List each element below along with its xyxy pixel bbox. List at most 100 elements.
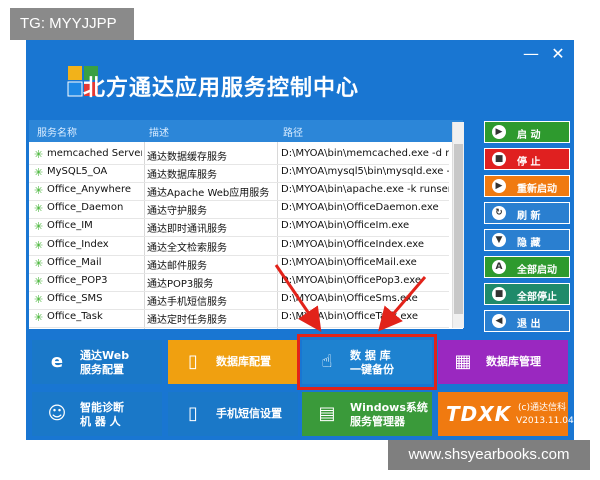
service-name: Office_Task: [47, 310, 103, 322]
side-button-label: 隐 藏: [517, 238, 541, 249]
tile-label: Windows系统 服务管理器: [350, 401, 428, 429]
side-button-label: 全部停止: [517, 292, 557, 303]
windows-service-icon: ▤: [318, 403, 336, 424]
service-status-icon: ✳: [34, 148, 44, 161]
tile-label-line2: 机 器 人: [80, 415, 121, 428]
service-status-icon: ✳: [34, 274, 44, 288]
side-button-label: 退 出: [517, 319, 541, 330]
tile-label-line1: 手机短信设置: [216, 407, 282, 420]
service-name: MySQL5_OA: [47, 166, 108, 178]
service-description: 通达邮件服务: [147, 260, 207, 272]
table-row[interactable]: ✳ memcached Server 通达数据缓存服务 D:\MYOA\bin\mem…: [29, 146, 449, 165]
exit-arrow-icon: ◀: [492, 314, 506, 328]
side-button-start-all[interactable]: A 全部启动: [484, 256, 570, 278]
table-row[interactable]: ✳ Office_IM 通达即时通讯服务 D:\MYOA\bin\OfficeIm.e…: [29, 218, 449, 238]
table-header: 服务名称 描述 路径: [29, 120, 463, 142]
arrow-left: [274, 264, 322, 332]
tile-tdxk-logo[interactable]: TDXK (c)通达信科 V2013.11.04: [438, 392, 574, 436]
refresh-icon: ↻: [492, 206, 506, 220]
service-description: 通达定时任务服务: [147, 314, 227, 326]
service-description: 通达守护服务: [147, 206, 207, 218]
tg-label: TG: MYYJJPP: [10, 8, 134, 40]
header-description: 描述: [149, 128, 169, 139]
hide-icon: ▼: [492, 233, 506, 247]
service-status-icon: ✳: [34, 256, 44, 270]
tile-robot[interactable]: ☺ 智能诊断机 器 人: [32, 392, 162, 436]
table-row[interactable]: ✳ Office_Daemon 通达守护服务 D:\MYOA\bin\OfficeDa…: [29, 200, 449, 220]
header-path: 路径: [283, 128, 303, 139]
side-button-label: 启 动: [517, 130, 541, 141]
window-title: 北方通达应用服务控制中心: [83, 76, 360, 101]
service-status-icon: ✳: [34, 184, 44, 198]
service-name: Office_Anywhere: [47, 184, 131, 196]
side-button-label: 刷 新: [517, 211, 541, 222]
start-all-icon: A: [492, 260, 506, 274]
tile-version: V2013.11.04: [516, 416, 574, 426]
service-status-icon: ✳: [34, 220, 44, 234]
service-description: 通达数据库服务: [147, 170, 217, 182]
service-name: Office_Daemon: [47, 202, 124, 214]
robot-icon: ☺: [47, 403, 67, 424]
tile-ie[interactable]: e 通达Web 服务配置: [32, 340, 162, 384]
close-button[interactable]: ✕: [549, 44, 567, 63]
service-description: 通达数据缓存服务: [147, 152, 227, 163]
service-status-icon: ✳: [34, 238, 44, 252]
stop-icon: ■: [492, 152, 506, 166]
service-name: Office_IM: [47, 220, 93, 232]
stop-all-icon: ■: [492, 287, 506, 301]
side-button-stop[interactable]: ■ 停 止: [484, 148, 570, 170]
tile-label: 手机短信设置: [216, 407, 282, 421]
arrow-right: [378, 276, 427, 332]
side-button-label: 停 止: [517, 157, 541, 168]
table-row[interactable]: ✳ Office_Index 通达全文检索服务 D:\MYOA\bin\OfficeI…: [29, 237, 449, 256]
tile-label-line2: 服务配置: [80, 363, 124, 376]
tile-label: 数据库配置: [216, 355, 271, 369]
service-status-icon: ✳: [34, 202, 44, 216]
tile-label: 智能诊断机 器 人: [80, 401, 124, 429]
service-name: Office_SMS: [47, 292, 103, 304]
side-button-stop-all[interactable]: ■ 全部停止: [484, 283, 570, 305]
service-path: D:\MYOA\bin\OfficeIm.exe: [281, 220, 410, 232]
watermark: www.shsyearbooks.com: [388, 440, 590, 470]
side-button-exit-arrow[interactable]: ◀ 退 出: [484, 310, 570, 332]
tile-phone[interactable]: ▯ 手机短信设置: [168, 392, 298, 436]
play-icon: ▶: [492, 125, 506, 139]
service-status-icon: ✳: [34, 292, 44, 306]
service-path: D:\MYOA\mysql5\bin\mysqld.exe --de...: [281, 166, 449, 178]
service-path: D:\MYOA\bin\memcached.exe -d runs...: [281, 148, 449, 159]
minimize-button[interactable]: —: [522, 44, 540, 63]
tile-database-manage[interactable]: ▦ 数据库管理: [438, 340, 568, 384]
service-description: 通达Apache Web应用服务: [147, 188, 270, 200]
table-row[interactable]: ✳ MySQL5_OA 通达数据库服务 D:\MYOA\mysql5\bin\mysq…: [29, 164, 449, 184]
side-button-hide[interactable]: ▼ 隐 藏: [484, 229, 570, 251]
service-status-icon: ✳: [34, 166, 44, 180]
tile-label: 通达Web 服务配置: [80, 349, 129, 377]
restart-icon: ▶: [492, 179, 506, 193]
phone-icon: ▯: [188, 403, 198, 424]
service-name: Office_Mail: [47, 256, 102, 268]
tile-label-line2: 服务管理器: [350, 415, 405, 428]
tile-label-line1: 数据库管理: [486, 355, 541, 368]
side-button-restart[interactable]: ▶ 重新启动: [484, 175, 570, 197]
service-status-icon: ✳: [34, 310, 44, 324]
scrollbar-thumb[interactable]: [454, 144, 463, 314]
side-button-label: 重新启动: [517, 184, 557, 195]
service-description: 通达POP3服务: [147, 278, 214, 290]
tile-windows-service[interactable]: ▤ Windows系统 服务管理器: [302, 392, 432, 436]
service-path: D:\MYOA\bin\apache.exe -k runservice: [281, 184, 449, 196]
annotation-arrows: [274, 264, 427, 332]
tile-label: 数据库管理: [486, 355, 541, 369]
tdxk-logo-icon: TDXK: [446, 402, 512, 426]
tile-label-line1: Windows系统: [350, 401, 428, 414]
side-button-play[interactable]: ▶ 启 动: [484, 121, 570, 143]
tile-database-config[interactable]: ▯ 数据库配置: [168, 340, 298, 384]
ie-icon: e: [50, 351, 64, 372]
header-service-name: 服务名称: [37, 128, 77, 139]
service-name: Office_POP3: [47, 274, 108, 286]
table-scrollbar[interactable]: [452, 122, 464, 328]
service-description: 通达全文检索服务: [147, 242, 227, 254]
tile-label-line1: 通达Web: [80, 349, 130, 362]
database-config-icon: ▯: [188, 351, 198, 372]
side-button-refresh[interactable]: ↻ 刷 新: [484, 202, 570, 224]
table-row[interactable]: ✳ Office_Anywhere 通达Apache Web应用服务 D:\MYOA\…: [29, 182, 449, 202]
